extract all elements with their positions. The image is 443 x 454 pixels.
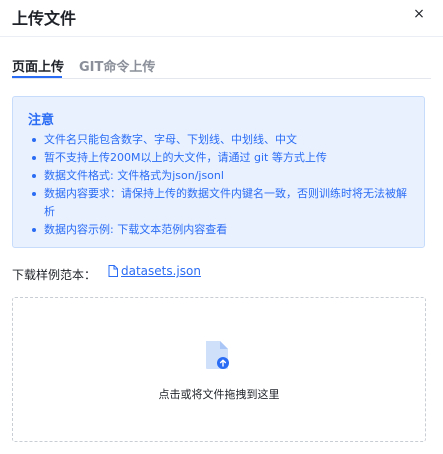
sample-label: 下载样例范本： [12,268,97,282]
notice-title: 注意 [28,113,55,128]
upload-dropzone[interactable]: 点击或将文件拖拽到这里 [12,297,426,442]
notice-item: 数据内容示例: 下载文本范例内容查看 [28,221,413,239]
notice-box: 注意 文件名只能包含数字、字母、下划线、中划线、中文 暂不支持上传200M以上的… [12,96,425,248]
dialog-header: 上传文件 × [0,0,443,37]
dialog-title: 上传文件 [12,9,77,28]
bullet-icon [32,138,36,142]
tab-git-upload[interactable]: GIT命令上传 [79,56,155,75]
notice-item: 数据内容要求：请保持上传的数据文件内键名一致，否则训练时将无法被解析 [28,185,413,221]
dropzone-text: 点击或将文件拖拽到这里 [158,388,280,401]
notice-item: 暂不支持上传200M以上的大文件，请通过 git 等方式上传 [28,149,413,167]
tab-bar: 页面上传 GIT命令上传 [0,49,443,79]
notice-list: 文件名只能包含数字、字母、下划线、中划线、中文 暂不支持上传200M以上的大文件… [28,131,413,239]
sample-download-link[interactable]: datasets.json [108,264,201,278]
file-icon [108,265,118,277]
notice-item: 文件名只能包含数字、字母、下划线、中划线、中文 [28,131,413,149]
bullet-icon [32,192,36,196]
upload-file-icon [206,341,229,369]
notice-item: 数据文件格式: 文件格式为json/jsonl [28,167,413,185]
close-icon[interactable]: × [408,3,430,25]
sample-link-text: datasets.json [121,264,201,278]
bullet-icon [32,228,36,232]
active-tab-indicator [12,76,62,78]
tab-page-upload[interactable]: 页面上传 [12,56,64,75]
bullet-icon [32,174,36,178]
tab-divider [12,78,431,79]
bullet-icon [32,156,36,160]
